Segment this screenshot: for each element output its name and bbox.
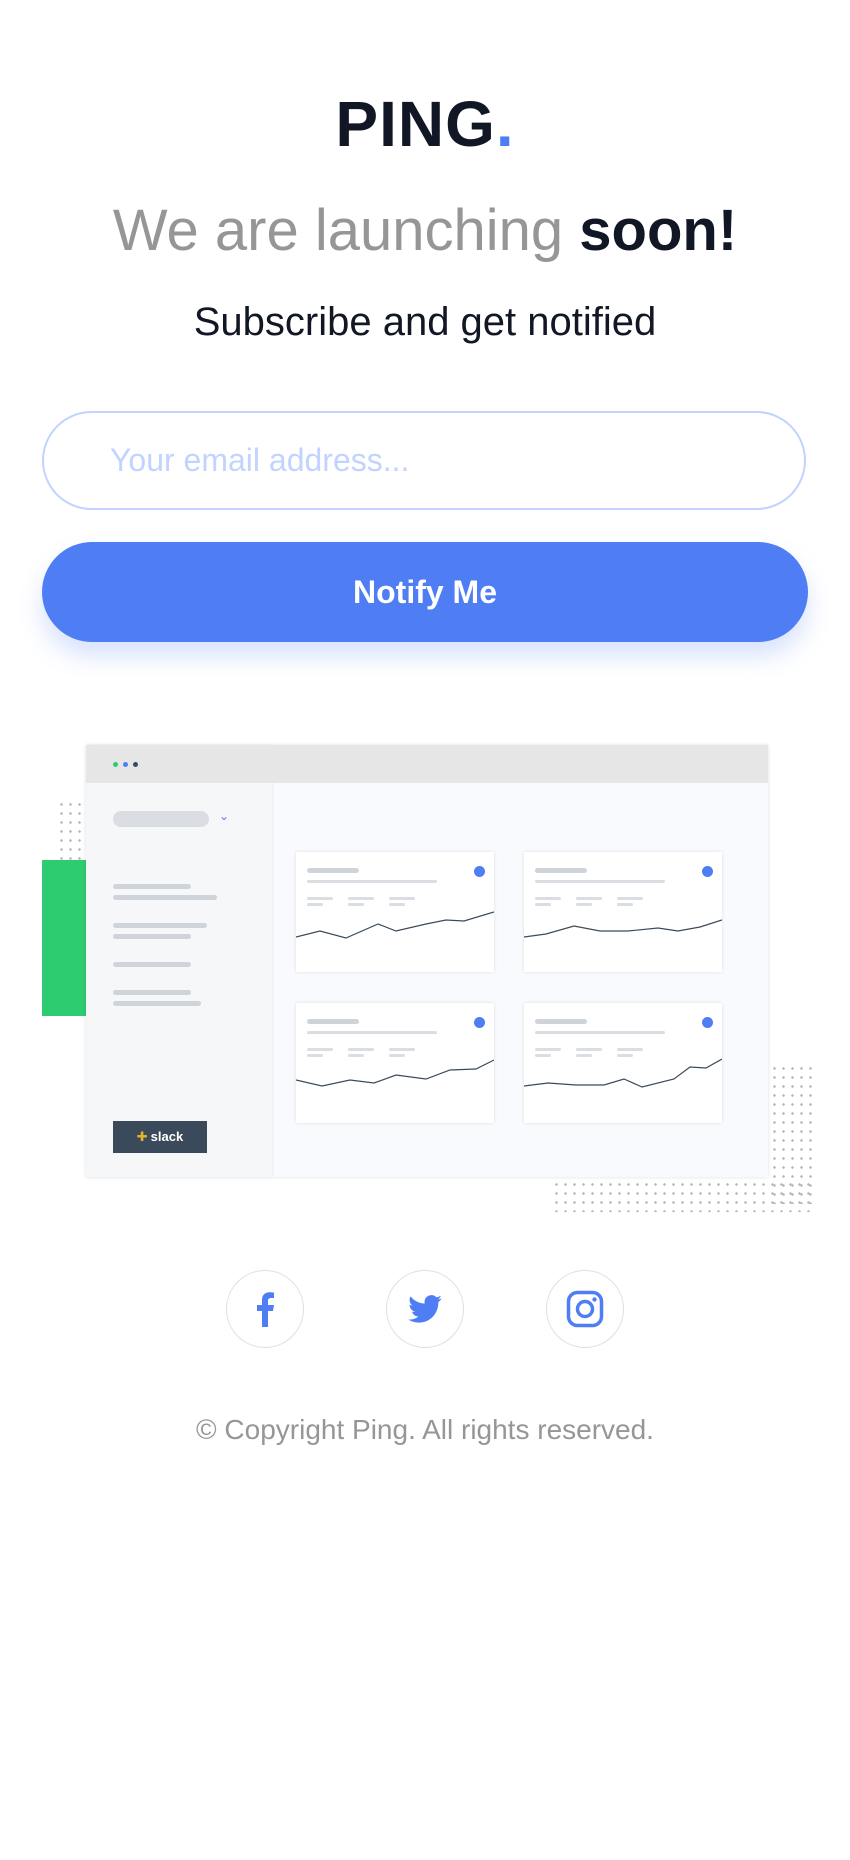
- check-icon: [474, 1017, 485, 1028]
- sparkline: [296, 1059, 494, 1087]
- window-dot: [133, 762, 138, 767]
- sparkline: [524, 919, 722, 938]
- sidebar-line: [113, 923, 207, 928]
- slack-icon: ✚: [136, 1129, 148, 1144]
- sidebar-line: [113, 962, 191, 967]
- headline: We are launching soon!: [0, 196, 850, 266]
- dashboard-topbar: [86, 745, 768, 783]
- sidebar-line: [113, 895, 217, 900]
- dashboard-window: ⌄ ✚ slack: [86, 745, 768, 1177]
- twitter-button[interactable]: [386, 1270, 464, 1348]
- chart-card: [296, 1003, 494, 1123]
- logo-dot: .: [495, 88, 515, 160]
- logo: PING.: [0, 88, 850, 160]
- sidebar-line: [113, 934, 191, 939]
- subheadline: Subscribe and get notified: [193, 300, 657, 344]
- sidebar-select: [113, 811, 209, 827]
- sparkline: [524, 1058, 722, 1088]
- headline-light: We are launching: [112, 198, 580, 263]
- sidebar-line: [113, 1001, 201, 1006]
- logo-text: PING: [335, 88, 496, 160]
- check-icon: [702, 1017, 713, 1028]
- instagram-button[interactable]: [546, 1270, 624, 1348]
- sidebar-line: [113, 884, 191, 889]
- check-icon: [474, 866, 485, 877]
- chevron-down-icon: ⌄: [219, 809, 230, 823]
- slack-label: slack: [150, 1129, 184, 1144]
- facebook-button[interactable]: [226, 1270, 304, 1348]
- copyright: © Copyright Ping. All rights reserved.: [196, 1414, 654, 1445]
- window-dot: [113, 762, 118, 767]
- notify-me-button[interactable]: Notify Me: [42, 542, 808, 642]
- chart-card: [524, 1003, 722, 1123]
- facebook-icon: [257, 1292, 274, 1327]
- slack-badge: ✚ slack: [113, 1121, 207, 1153]
- dot-pattern: [770, 1064, 812, 1204]
- window-dot: [123, 762, 128, 767]
- page: PING. We are launching soon! Subscribe a…: [0, 0, 850, 1860]
- sparkline: [296, 911, 494, 939]
- dashboard-sidebar: ⌄ ✚ slack: [86, 745, 272, 1177]
- dashboard-illustration: ⌄ ✚ slack: [40, 740, 812, 1215]
- check-icon: [702, 866, 713, 877]
- sidebar-line: [113, 990, 191, 995]
- headline-bold: soon!: [579, 198, 738, 263]
- email-field[interactable]: [42, 411, 806, 510]
- twitter-icon: [408, 1295, 442, 1323]
- instagram-icon: [566, 1290, 604, 1328]
- chart-card: [296, 852, 494, 972]
- green-accent-block: [42, 860, 88, 1016]
- chart-card: [524, 852, 722, 972]
